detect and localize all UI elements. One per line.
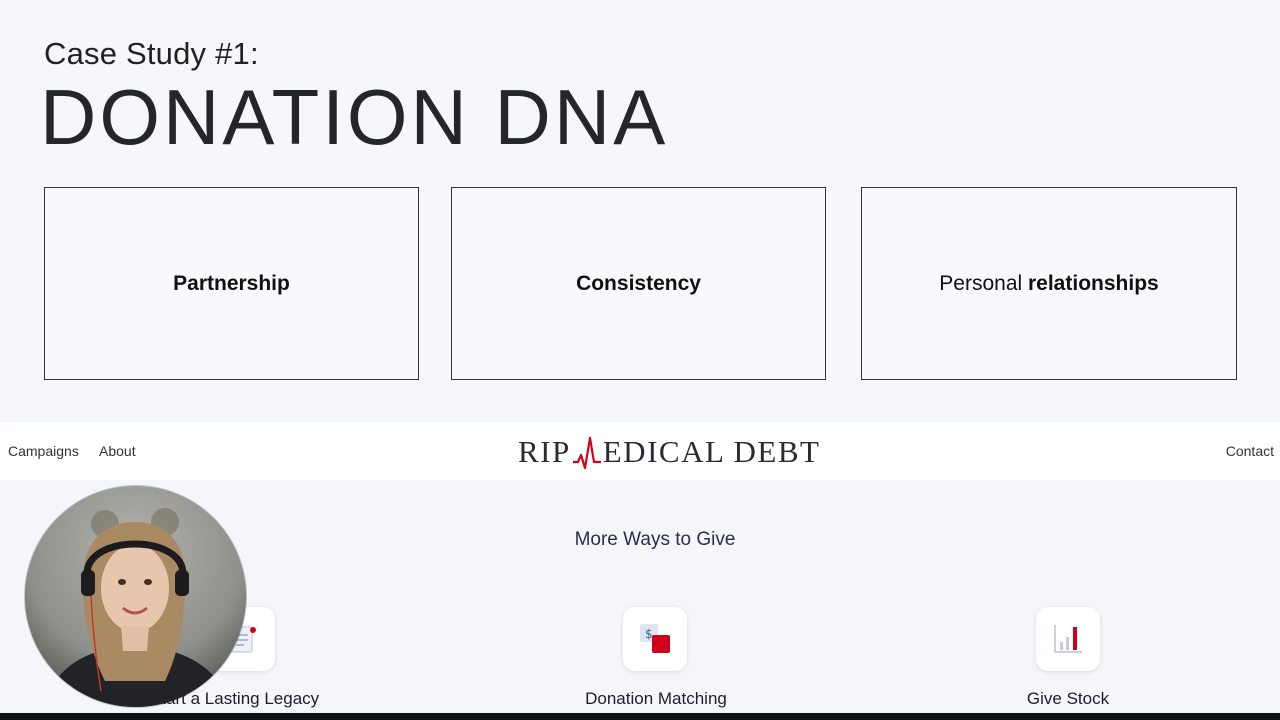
box-label: Partnership	[173, 271, 290, 295]
bottom-bar	[0, 713, 1280, 720]
heartbeat-m-icon	[572, 436, 601, 469]
webcam-overlay	[25, 486, 246, 707]
logo-text-left: RIP	[518, 434, 571, 469]
nav-link-contact[interactable]: Contact	[1226, 443, 1274, 459]
box-consistency: Consistency	[451, 187, 826, 380]
way-label-matching[interactable]: Donation Matching	[556, 689, 756, 709]
matching-icon[interactable]: $	[623, 607, 687, 671]
box-label: Consistency	[576, 271, 701, 295]
presenter-avatar	[25, 486, 246, 707]
nav-link-about[interactable]: About	[99, 443, 136, 459]
box-personal-relationships: Personal relationships	[861, 187, 1237, 380]
svg-text:$: $	[645, 627, 653, 641]
chart-icon[interactable]	[1036, 607, 1100, 671]
nav-link-campaigns[interactable]: Campaigns	[8, 443, 79, 459]
slide-title: DONATION DNA	[40, 73, 669, 161]
slide-subtitle: Case Study #1:	[44, 36, 259, 71]
way-label-stock[interactable]: Give Stock	[968, 689, 1168, 709]
box-label-bold: relationships	[1028, 271, 1159, 295]
logo-text-right: EDICAL DEBT	[602, 434, 821, 469]
site-logo[interactable]: RIP EDICAL DEBT	[518, 432, 820, 472]
slide: Case Study #1: DONATION DNA Partnership …	[0, 0, 1280, 420]
box-label-light: Personal	[939, 271, 1028, 295]
box-partnership: Partnership	[44, 187, 419, 380]
